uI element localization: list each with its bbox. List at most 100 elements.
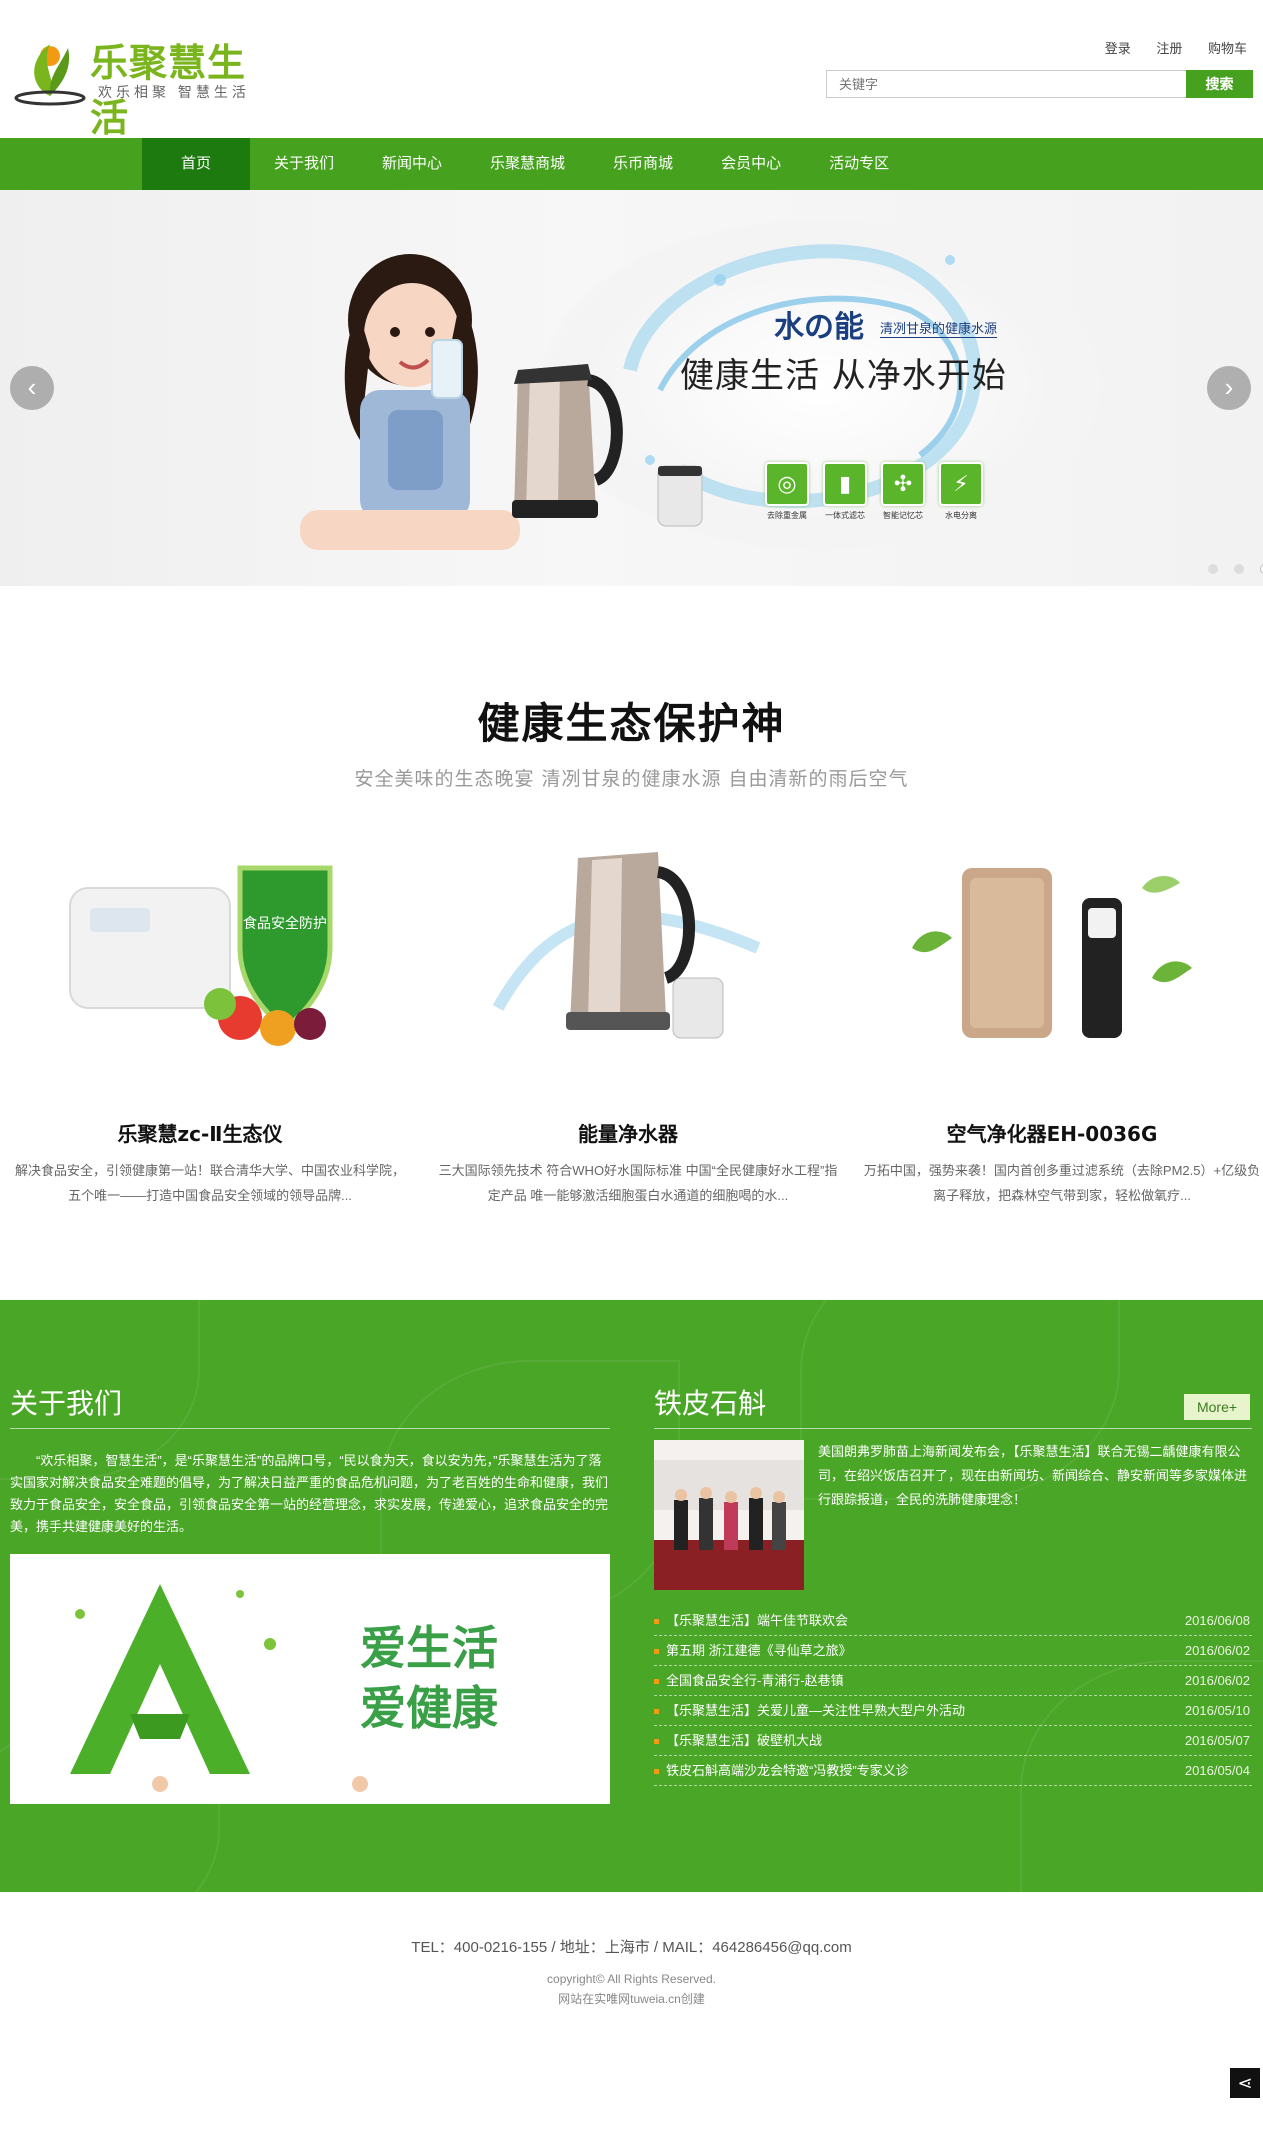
about-title: 关于我们 <box>10 1387 123 1420</box>
bullet-icon <box>654 1649 659 1654</box>
top-links: 登录 注册 购物车 <box>1083 38 1247 57</box>
banner-slogan: 健康生活 从净水开始 <box>680 356 1007 396</box>
product-desc: 三大国际领先技术 符合WHO好水国际标准 中国“全民健康好水工程”指定产品 唯一… <box>438 1163 838 1203</box>
share-icon[interactable]: ⋖ <box>1230 2068 1260 2098</box>
news-item-date: 2016/05/07 <box>1184 1733 1250 1748</box>
news-item-title[interactable]: 全国食品安全行-青浦行-赵巷镇 <box>666 1673 844 1688</box>
news-list: 【乐聚慧生活】端午佳节联欢会 2016/06/08 第五期 浙江建德《寻仙草之旅》… <box>654 1606 1252 1786</box>
nav-item-about[interactable]: 关于我们 <box>250 138 358 190</box>
search-input[interactable] <box>827 71 1187 97</box>
search-button[interactable]: 搜索 <box>1186 70 1253 98</box>
product-desc: 万拓中国，强势来袭！国内首创多重过滤系统（去除PM2.5）+亿级负离子释放，把森… <box>863 1163 1261 1203</box>
news-divider <box>654 1428 1252 1429</box>
nav-item-mall[interactable]: 乐聚慧商城 <box>466 138 589 190</box>
register-link[interactable]: 注册 <box>1156 41 1182 56</box>
footer-built-by[interactable]: 网站在实唯网tuweia.cn创建 <box>0 1990 1263 2007</box>
product-desc: 解决食品安全，引领健康第一站！联合清华大学、中国农业科学院，五个唯一——打造中国… <box>14 1163 405 1203</box>
news-item[interactable]: 全国食品安全行-青浦行-赵巷镇 2016/06/02 <box>654 1666 1252 1696</box>
logo[interactable]: 乐聚慧生活 欢乐相聚 智慧生活 <box>10 26 270 140</box>
banner-next-arrow-icon[interactable]: › <box>1207 366 1251 410</box>
news-item-title[interactable]: 【乐聚慧生活】破壁机大战 <box>666 1733 822 1748</box>
about-news-section: 关于我们 “欢乐相聚，智慧生活”，是“乐聚慧生活”的品牌口号，“民以食为天，食以… <box>0 1300 1263 1892</box>
svg-text:食品安全防护: 食品安全防护 <box>243 915 327 932</box>
cart-link[interactable]: 购物车 <box>1208 41 1247 56</box>
feature-smart-memory: ✣ 智能记忆芯 <box>874 462 932 521</box>
news-item-title[interactable]: 铁皮石斛高端沙龙会特邀“冯教授”专家义诊 <box>666 1763 909 1778</box>
water-purifier-image <box>492 852 761 1039</box>
news-item-date: 2016/05/04 <box>1184 1763 1250 1778</box>
feature-label: 智能记忆芯 <box>883 511 923 520</box>
nav-item-member[interactable]: 会员中心 <box>697 138 805 190</box>
search-box <box>826 70 1187 98</box>
feature-water-power-separation: ⚡ 水电分离 <box>932 462 990 521</box>
product-name: 乐聚慧zc-Ⅱ生态仪 <box>117 1122 283 1146</box>
news-item-date: 2016/06/08 <box>1184 1613 1250 1628</box>
filter-cartridge-image <box>657 465 703 527</box>
news-summary: 美国朗弗罗肺苗上海新闻发布会，【乐聚慧生活】联合无锡二龋健康有限公司，在绍兴饭店… <box>818 1444 1248 1507</box>
love-health-text: 爱健康 <box>360 1681 498 1735</box>
news-item[interactable]: 铁皮石斛高端沙龙会特邀“冯教授”专家义诊 2016/05/04 <box>654 1756 1252 1786</box>
water-purifier-kettle-image <box>512 364 623 518</box>
news-item-title[interactable]: 【乐聚慧生活】关爱儿童—关注性早熟大型户外活动 <box>666 1703 965 1718</box>
hero-banner: 水の能 清冽甘泉的健康水源 健康生活 从净水开始 ◎ 去除重金属 ▮ 一体式滤芯… <box>0 190 1263 586</box>
logo-slogan: 欢乐相聚 智慧生活 <box>98 84 250 100</box>
news-more-button[interactable]: More+ <box>1184 1394 1250 1420</box>
news-item[interactable]: 【乐聚慧生活】破壁机大战 2016/05/07 <box>654 1726 1252 1756</box>
product-name: 能量净水器 <box>578 1122 678 1146</box>
girl-drinking-image <box>300 254 520 550</box>
about-image: 爱生活 爱健康 <box>10 1554 610 1804</box>
heavy-metal-icon: ◎ <box>765 462 809 506</box>
news-item-title[interactable]: 【乐聚慧生活】端午佳节联欢会 <box>666 1613 848 1628</box>
logo-icon <box>14 44 86 106</box>
feature-integrated-filter: ▮ 一体式滤芯 <box>816 462 874 521</box>
news-item-date: 2016/05/10 <box>1184 1703 1250 1718</box>
banner-features: ◎ 去除重金属 ▮ 一体式滤芯 ✣ 智能记忆芯 ⚡ 水电分离 <box>758 462 990 521</box>
main-nav: 首页 关于我们 新闻中心 乐聚慧商城 乐币商城 会员中心 活动专区 <box>0 138 1263 190</box>
banner-pagination <box>1192 564 1263 574</box>
news-item-date: 2016/06/02 <box>1184 1643 1250 1658</box>
air-purifier-image <box>912 868 1192 1038</box>
banner-prev-arrow-icon[interactable]: ‹ <box>10 366 54 410</box>
press-conference-image <box>654 1440 804 1590</box>
feature-heavy-metal: ◎ 去除重金属 <box>758 462 816 521</box>
news-featured-photo[interactable] <box>654 1440 804 1590</box>
bullet-icon <box>654 1739 659 1744</box>
news-item[interactable]: 【乐聚慧生活】端午佳节联欢会 2016/06/08 <box>654 1606 1252 1636</box>
nav-item-events[interactable]: 活动专区 <box>805 138 913 190</box>
bullet-icon <box>654 1619 659 1624</box>
bullet-icon <box>654 1769 659 1774</box>
product-card-air-purifier[interactable]: 空气净化器EH-0036G 万拓中国，强势来袭！国内首创多重过滤系统（去除PM2… <box>852 828 1260 1208</box>
feature-label: 水电分离 <box>945 511 977 520</box>
love-life-banner-image: 爱生活 爱健康 <box>10 1554 610 1804</box>
nav-item-news[interactable]: 新闻中心 <box>358 138 466 190</box>
news-item-date: 2016/06/02 <box>1184 1673 1250 1688</box>
nav-item-home[interactable]: 首页 <box>142 138 250 190</box>
news-item-title[interactable]: 第五期 浙江建德《寻仙草之旅》 <box>666 1643 852 1658</box>
banner-dot-2[interactable] <box>1234 564 1244 574</box>
bullet-icon <box>654 1709 659 1714</box>
product-name: 空气净化器EH-0036G <box>946 1122 1158 1146</box>
banner-dot-1[interactable] <box>1208 564 1218 574</box>
products-section-subtitle: 安全美味的生态晚宴 清冽甘泉的健康水源 自由清新的雨后空气 <box>354 768 909 790</box>
feature-label: 去除重金属 <box>767 511 807 520</box>
love-life-text: 爱生活 <box>360 1621 498 1675</box>
footer-copyright: copyright© All Rights Reserved. <box>547 1972 716 1986</box>
memory-chip-icon: ✣ <box>881 462 925 506</box>
bullet-icon <box>654 1679 659 1684</box>
banner-title-sub: 清冽甘泉的健康水源 <box>880 318 998 338</box>
news-item[interactable]: 第五期 浙江建德《寻仙草之旅》 2016/06/02 <box>654 1636 1252 1666</box>
filter-icon: ▮ <box>823 462 867 506</box>
site-footer: TEL：400-0216-155 / 地址：上海市 / MAIL：4642864… <box>0 1892 1263 2155</box>
separation-icon: ⚡ <box>939 462 983 506</box>
login-link[interactable]: 登录 <box>1105 41 1131 56</box>
about-divider <box>10 1428 610 1429</box>
product-card-water-purifier[interactable]: 能量净水器 三大国际领先技术 符合WHO好水国际标准 中国“全民健康好水工程”指… <box>428 828 837 1208</box>
site-header: 乐聚慧生活 欢乐相聚 智慧生活 登录 注册 购物车 搜索 <box>0 0 1263 140</box>
news-title: 铁皮石斛 <box>654 1387 767 1420</box>
product-card-eco-device[interactable]: 食品安全防护 乐聚慧zc-Ⅱ生态仪 解决食品安全，引领健康第一站！联合清华大学、… <box>0 828 405 1208</box>
nav-item-coin-mall[interactable]: 乐币商城 <box>589 138 697 190</box>
footer-contact: TEL：400-0216-155 / 地址：上海市 / MAIL：4642864… <box>411 1939 852 1956</box>
news-item[interactable]: 【乐聚慧生活】关爱儿童—关注性早熟大型户外活动 2016/05/10 <box>654 1696 1252 1726</box>
products-section-title: 健康生态保护神 <box>477 699 786 748</box>
feature-label: 一体式滤芯 <box>825 511 865 520</box>
